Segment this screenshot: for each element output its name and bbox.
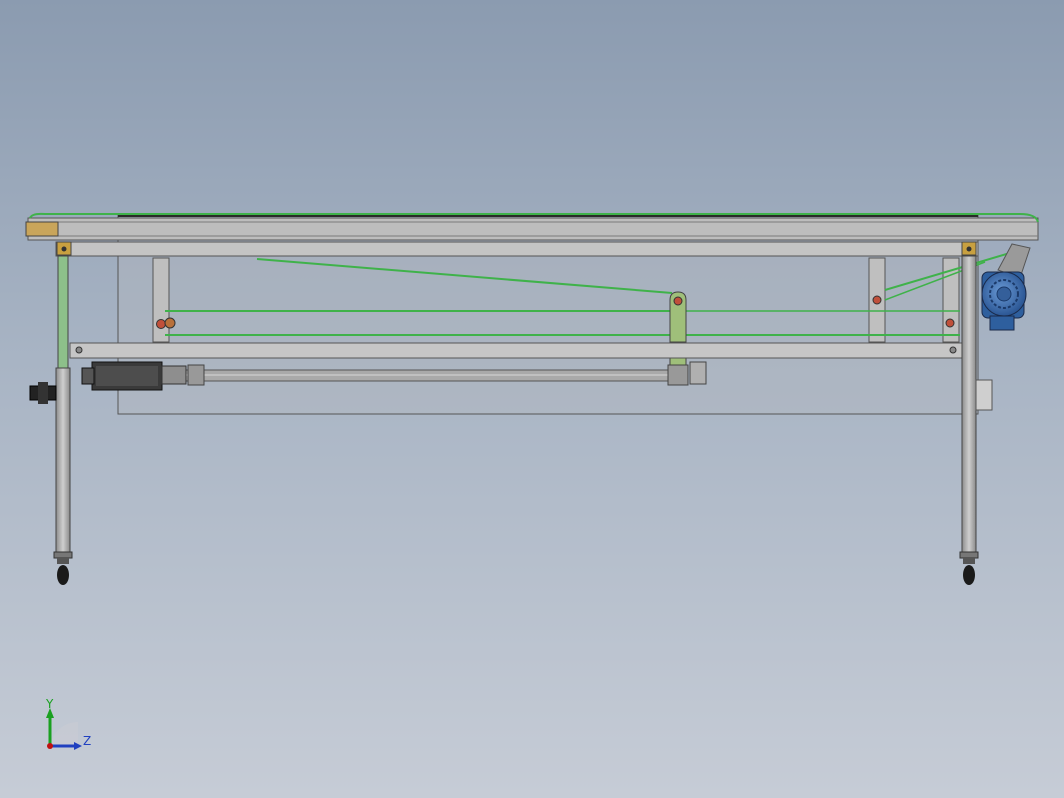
inner-post-1 bbox=[152, 257, 170, 343]
lower-top-rail bbox=[55, 241, 979, 257]
cad-graphics-viewport[interactable]: Y Z bbox=[0, 0, 1064, 798]
gear-motor-icon bbox=[981, 243, 1031, 331]
lower-crossbar bbox=[69, 342, 971, 359]
triad-z-label: Z bbox=[83, 734, 91, 748]
pin bbox=[945, 318, 955, 328]
left-leg-green bbox=[57, 255, 69, 369]
control-box bbox=[975, 379, 993, 411]
pin bbox=[872, 295, 882, 305]
model-view[interactable]: Y Z bbox=[0, 0, 1064, 798]
conveyor-table[interactable] bbox=[25, 212, 1039, 585]
pin bbox=[156, 319, 166, 329]
right-leg bbox=[961, 255, 977, 555]
left-leg bbox=[55, 367, 71, 555]
top-rail bbox=[27, 217, 1039, 241]
triad-y-label: Y bbox=[45, 697, 54, 711]
pin bbox=[673, 296, 683, 306]
left-end-block bbox=[25, 221, 59, 237]
view-orientation-triad: Y Z bbox=[45, 697, 91, 750]
caster-wheel-icon bbox=[53, 551, 73, 585]
caster-wheel-icon bbox=[959, 551, 979, 585]
